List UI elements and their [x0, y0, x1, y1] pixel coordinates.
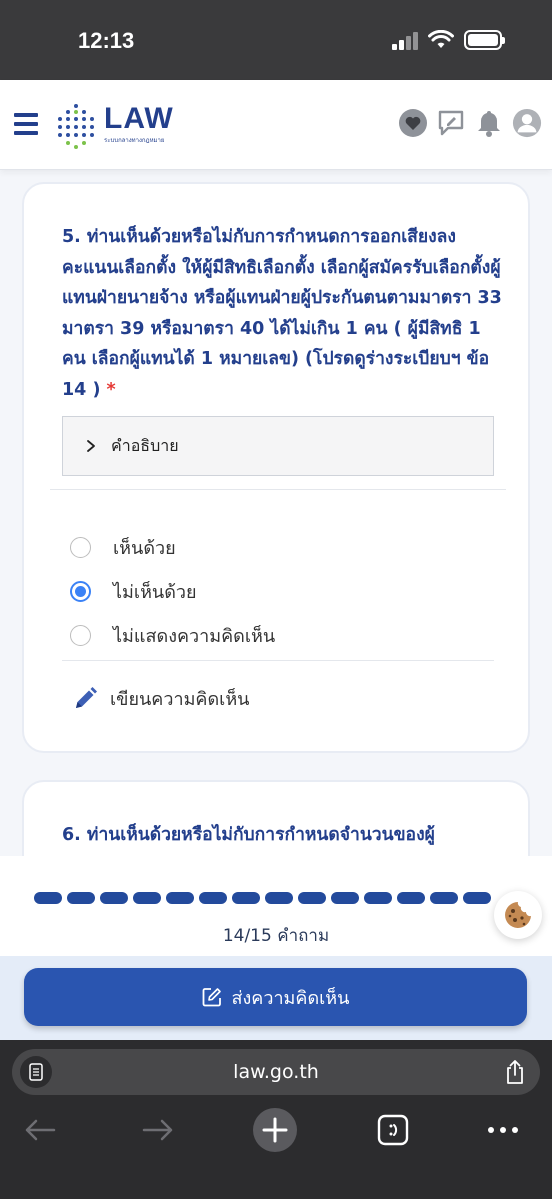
chevron-right-icon [87, 440, 95, 452]
progress-segment [463, 892, 491, 904]
progress-segment [331, 892, 359, 904]
submit-comment-button[interactable]: ส่งความคิดเห็น [24, 968, 527, 1026]
app-header: LAW ระบบกลางทางกฎหมาย [0, 80, 552, 170]
header-actions [398, 108, 542, 138]
cookie-settings-button[interactable] [494, 891, 542, 939]
share-button[interactable] [504, 1059, 526, 1090]
back-button[interactable] [22, 1108, 58, 1152]
explanation-toggle[interactable]: คำอธิบาย [62, 416, 494, 476]
wifi-icon [428, 30, 454, 48]
bell-icon [478, 111, 500, 137]
submit-area: ส่งความคิดเห็น [0, 956, 552, 1040]
write-comment-button[interactable]: เขียนความคิดเห็น [72, 684, 249, 713]
arrow-right-icon [142, 1119, 173, 1141]
logo-text: LAW [104, 102, 174, 135]
progress-segment [199, 892, 227, 904]
comment-icon [438, 110, 464, 136]
write-comment-label: เขียนความคิดเห็น [110, 689, 250, 710]
edit-icon [202, 988, 221, 1007]
radio-button-selected[interactable] [70, 581, 91, 602]
progress-segment [232, 892, 260, 904]
reader-mode-button[interactable] [20, 1056, 52, 1088]
logo-mark-icon [58, 104, 94, 149]
submit-label: ส่งความคิดเห็น [231, 987, 350, 1009]
radio-button[interactable] [70, 537, 91, 558]
profile-button[interactable] [512, 108, 542, 138]
logo-subtitle: ระบบกลางทางกฎหมาย [104, 137, 165, 144]
progress-segment [397, 892, 425, 904]
progress-bar [34, 892, 491, 904]
progress-segment [67, 892, 95, 904]
page-icon [29, 1063, 43, 1081]
progress-segment [34, 892, 62, 904]
progress-label: 14/15 คำถาม [222, 926, 330, 946]
heart-icon [399, 109, 427, 137]
radio-button[interactable] [70, 625, 91, 646]
divider [62, 660, 494, 661]
user-icon [512, 108, 542, 138]
share-icon [507, 1060, 523, 1084]
plus-icon [253, 1108, 297, 1152]
option-label: ไม่เห็นด้วย [113, 582, 197, 603]
progress-segment [133, 892, 161, 904]
address-bar[interactable]: law.go.th [12, 1049, 540, 1095]
status-time: 12:13 [78, 28, 135, 53]
question-5-label: 5. ท่านเห็นด้วยหรือไม่กับการกำหนดการออกเ… [62, 227, 502, 400]
tabs-button[interactable] [376, 1108, 410, 1152]
option-label: ไม่แสดงความคิดเห็น [113, 626, 276, 647]
status-icons [392, 30, 505, 50]
more-button[interactable] [486, 1108, 520, 1152]
question-card-5: 5. ท่านเห็นด้วยหรือไม่กับการกำหนดการออกเ… [22, 182, 530, 753]
browser-nav [0, 1108, 552, 1152]
forward-button[interactable] [140, 1108, 176, 1152]
divider [50, 489, 506, 490]
progress-segment [166, 892, 194, 904]
option-label: เห็นด้วย [113, 538, 176, 559]
browser-toolbar: law.go.th [0, 1040, 552, 1199]
progress-segment [430, 892, 458, 904]
option-disagree[interactable]: ไม่เห็นด้วย [70, 577, 197, 606]
menu-icon[interactable] [14, 113, 38, 135]
logo[interactable]: LAW ระบบกลางทางกฎหมาย [54, 100, 184, 152]
pencil-icon [76, 686, 97, 708]
notification-button[interactable] [474, 108, 504, 138]
status-bar: 12:13 [0, 0, 552, 80]
progress-segment [265, 892, 293, 904]
progress-segment [100, 892, 128, 904]
progress-segment [364, 892, 392, 904]
cookie-icon [505, 902, 531, 928]
bottom-panel: 14/15 คำถาม ส่งความคิดเห็น [0, 856, 552, 1040]
question-5-text: 5. ท่านเห็นด้วยหรือไม่กับการกำหนดการออกเ… [62, 222, 502, 405]
option-no-opinion[interactable]: ไม่แสดงความคิดเห็น [70, 621, 275, 650]
arrow-left-icon [25, 1119, 56, 1141]
favorite-button[interactable] [398, 108, 428, 138]
cellular-signal-icon [392, 30, 418, 50]
progress-segment [298, 892, 326, 904]
explanation-label: คำอธิบาย [111, 435, 179, 455]
option-agree[interactable]: เห็นด้วย [70, 533, 176, 562]
url-text: law.go.th [233, 1061, 319, 1083]
more-icon [488, 1127, 518, 1133]
new-tab-button[interactable] [252, 1108, 298, 1152]
tabs-icon [377, 1114, 409, 1146]
comment-button[interactable] [436, 108, 466, 138]
required-mark: * [106, 379, 116, 400]
question-6-text: 6. ท่านเห็นด้วยหรือไม่กับการกำหนดจำนวนขอ… [62, 825, 435, 845]
battery-icon [464, 30, 505, 50]
